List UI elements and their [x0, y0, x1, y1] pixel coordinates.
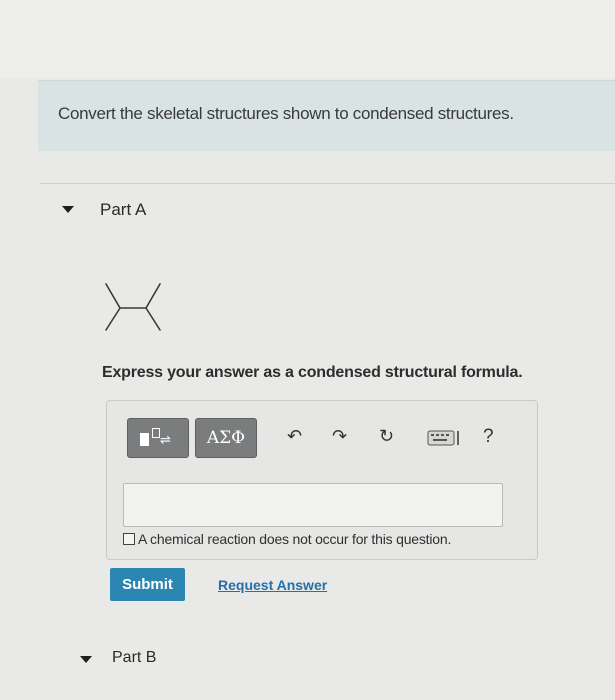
redo-icon[interactable]: ↷ [332, 427, 347, 445]
keyboard-icon[interactable] [427, 428, 463, 448]
question-banner: Convert the skeletal structures shown to… [38, 80, 615, 151]
caret-down-icon[interactable] [80, 656, 92, 663]
caret-down-icon[interactable] [62, 206, 74, 213]
no-reaction-label[interactable]: A chemical reaction does not occur for t… [138, 531, 451, 547]
symbols-button[interactable]: ΑΣΦ [195, 418, 257, 458]
skeletal-structure-icon [105, 283, 161, 331]
undo-icon[interactable]: ↶ [287, 427, 302, 445]
submit-button[interactable]: Submit [110, 568, 185, 601]
section-divider [40, 183, 615, 184]
part-b-label[interactable]: Part B [112, 649, 156, 667]
templates-button[interactable]: ⇌ [127, 418, 189, 458]
answer-input[interactable] [123, 483, 503, 527]
no-reaction-checkbox[interactable] [123, 533, 135, 545]
reset-icon[interactable]: ↻ [379, 427, 394, 445]
request-answer-link[interactable]: Request Answer [218, 577, 327, 593]
instruction-text: Express your answer as a condensed struc… [102, 364, 523, 381]
answer-panel: ⇌ ΑΣΦ ↶ ↷ ↻ ? A chemical reaction does n… [106, 400, 538, 560]
templates-icon: ⇌ [138, 427, 178, 449]
question-text: Convert the skeletal structures shown to… [58, 104, 514, 123]
help-button[interactable]: ? [483, 427, 494, 446]
top-strip [0, 0, 615, 78]
part-a-label[interactable]: Part A [100, 200, 146, 220]
no-reaction-row[interactable]: A chemical reaction does not occur for t… [123, 531, 451, 547]
